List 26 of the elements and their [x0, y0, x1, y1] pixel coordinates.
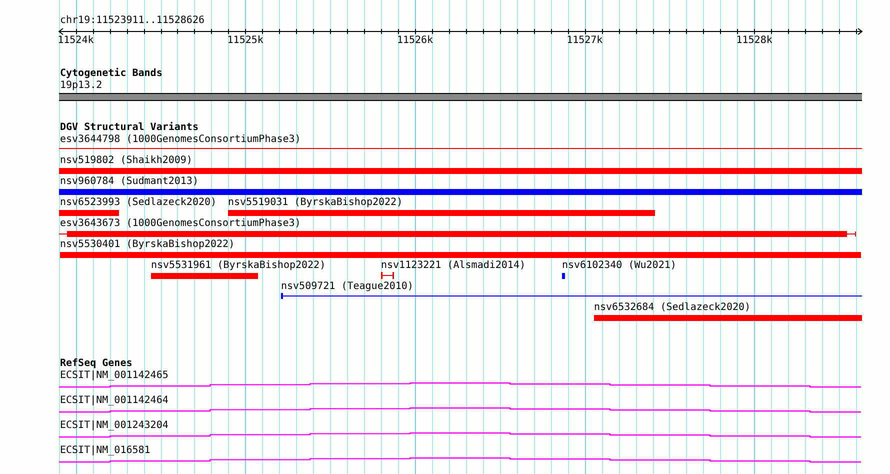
variant-label: nsv5530401 (ByrskaBishop2022): [60, 239, 235, 251]
variant-label: esv3644798 (1000GenomesConsortiumPhase3): [60, 134, 301, 146]
variant-label: esv3643673 (1000GenomesConsortiumPhase3): [60, 218, 301, 230]
variant-label: nsv5531961 (ByrskaBishop2022): [151, 260, 326, 272]
variant-label: nsv6523993 (Sedlazeck2020): [60, 197, 217, 209]
gene-label: ECSIT|NM_001243204: [60, 420, 168, 432]
locus-label: chr19:11523911..11528626: [60, 15, 204, 27]
tick-label: 11528k: [736, 35, 772, 47]
tick-label: 11524k: [58, 35, 94, 47]
variant-label: nsv6102340 (Wu2021): [562, 260, 676, 272]
variant-label: nsv6532684 (Sedlazeck2020): [594, 302, 751, 314]
track-title: RefSeq Genes: [60, 358, 132, 370]
tick-label: 11526k: [396, 35, 434, 47]
variant-label: nsv1123221 (Alsmadi2014): [381, 260, 526, 272]
track-title: DGV Structural Variants: [60, 122, 198, 134]
variant-label: nsv519802 (Shaikh2009): [60, 155, 192, 167]
variant-label: nsv5519031 (ByrskaBishop2022): [228, 197, 403, 209]
gene-label: ECSIT|NM_016581: [60, 444, 150, 456]
tick-label: 11525k: [227, 35, 264, 47]
track-title: Cytogenetic Bands: [60, 68, 162, 80]
gene-label: ECSIT|NM_001142465: [60, 370, 168, 382]
band-label: 19p13.2: [60, 80, 102, 92]
tick-label: 11527k: [566, 35, 603, 47]
gene-label: ECSIT|NM_001142464: [60, 394, 168, 407]
variant-label: nsv509721 (Teague2010): [281, 281, 414, 293]
variant-label: nsv960784 (Sudmant2013): [60, 176, 198, 188]
